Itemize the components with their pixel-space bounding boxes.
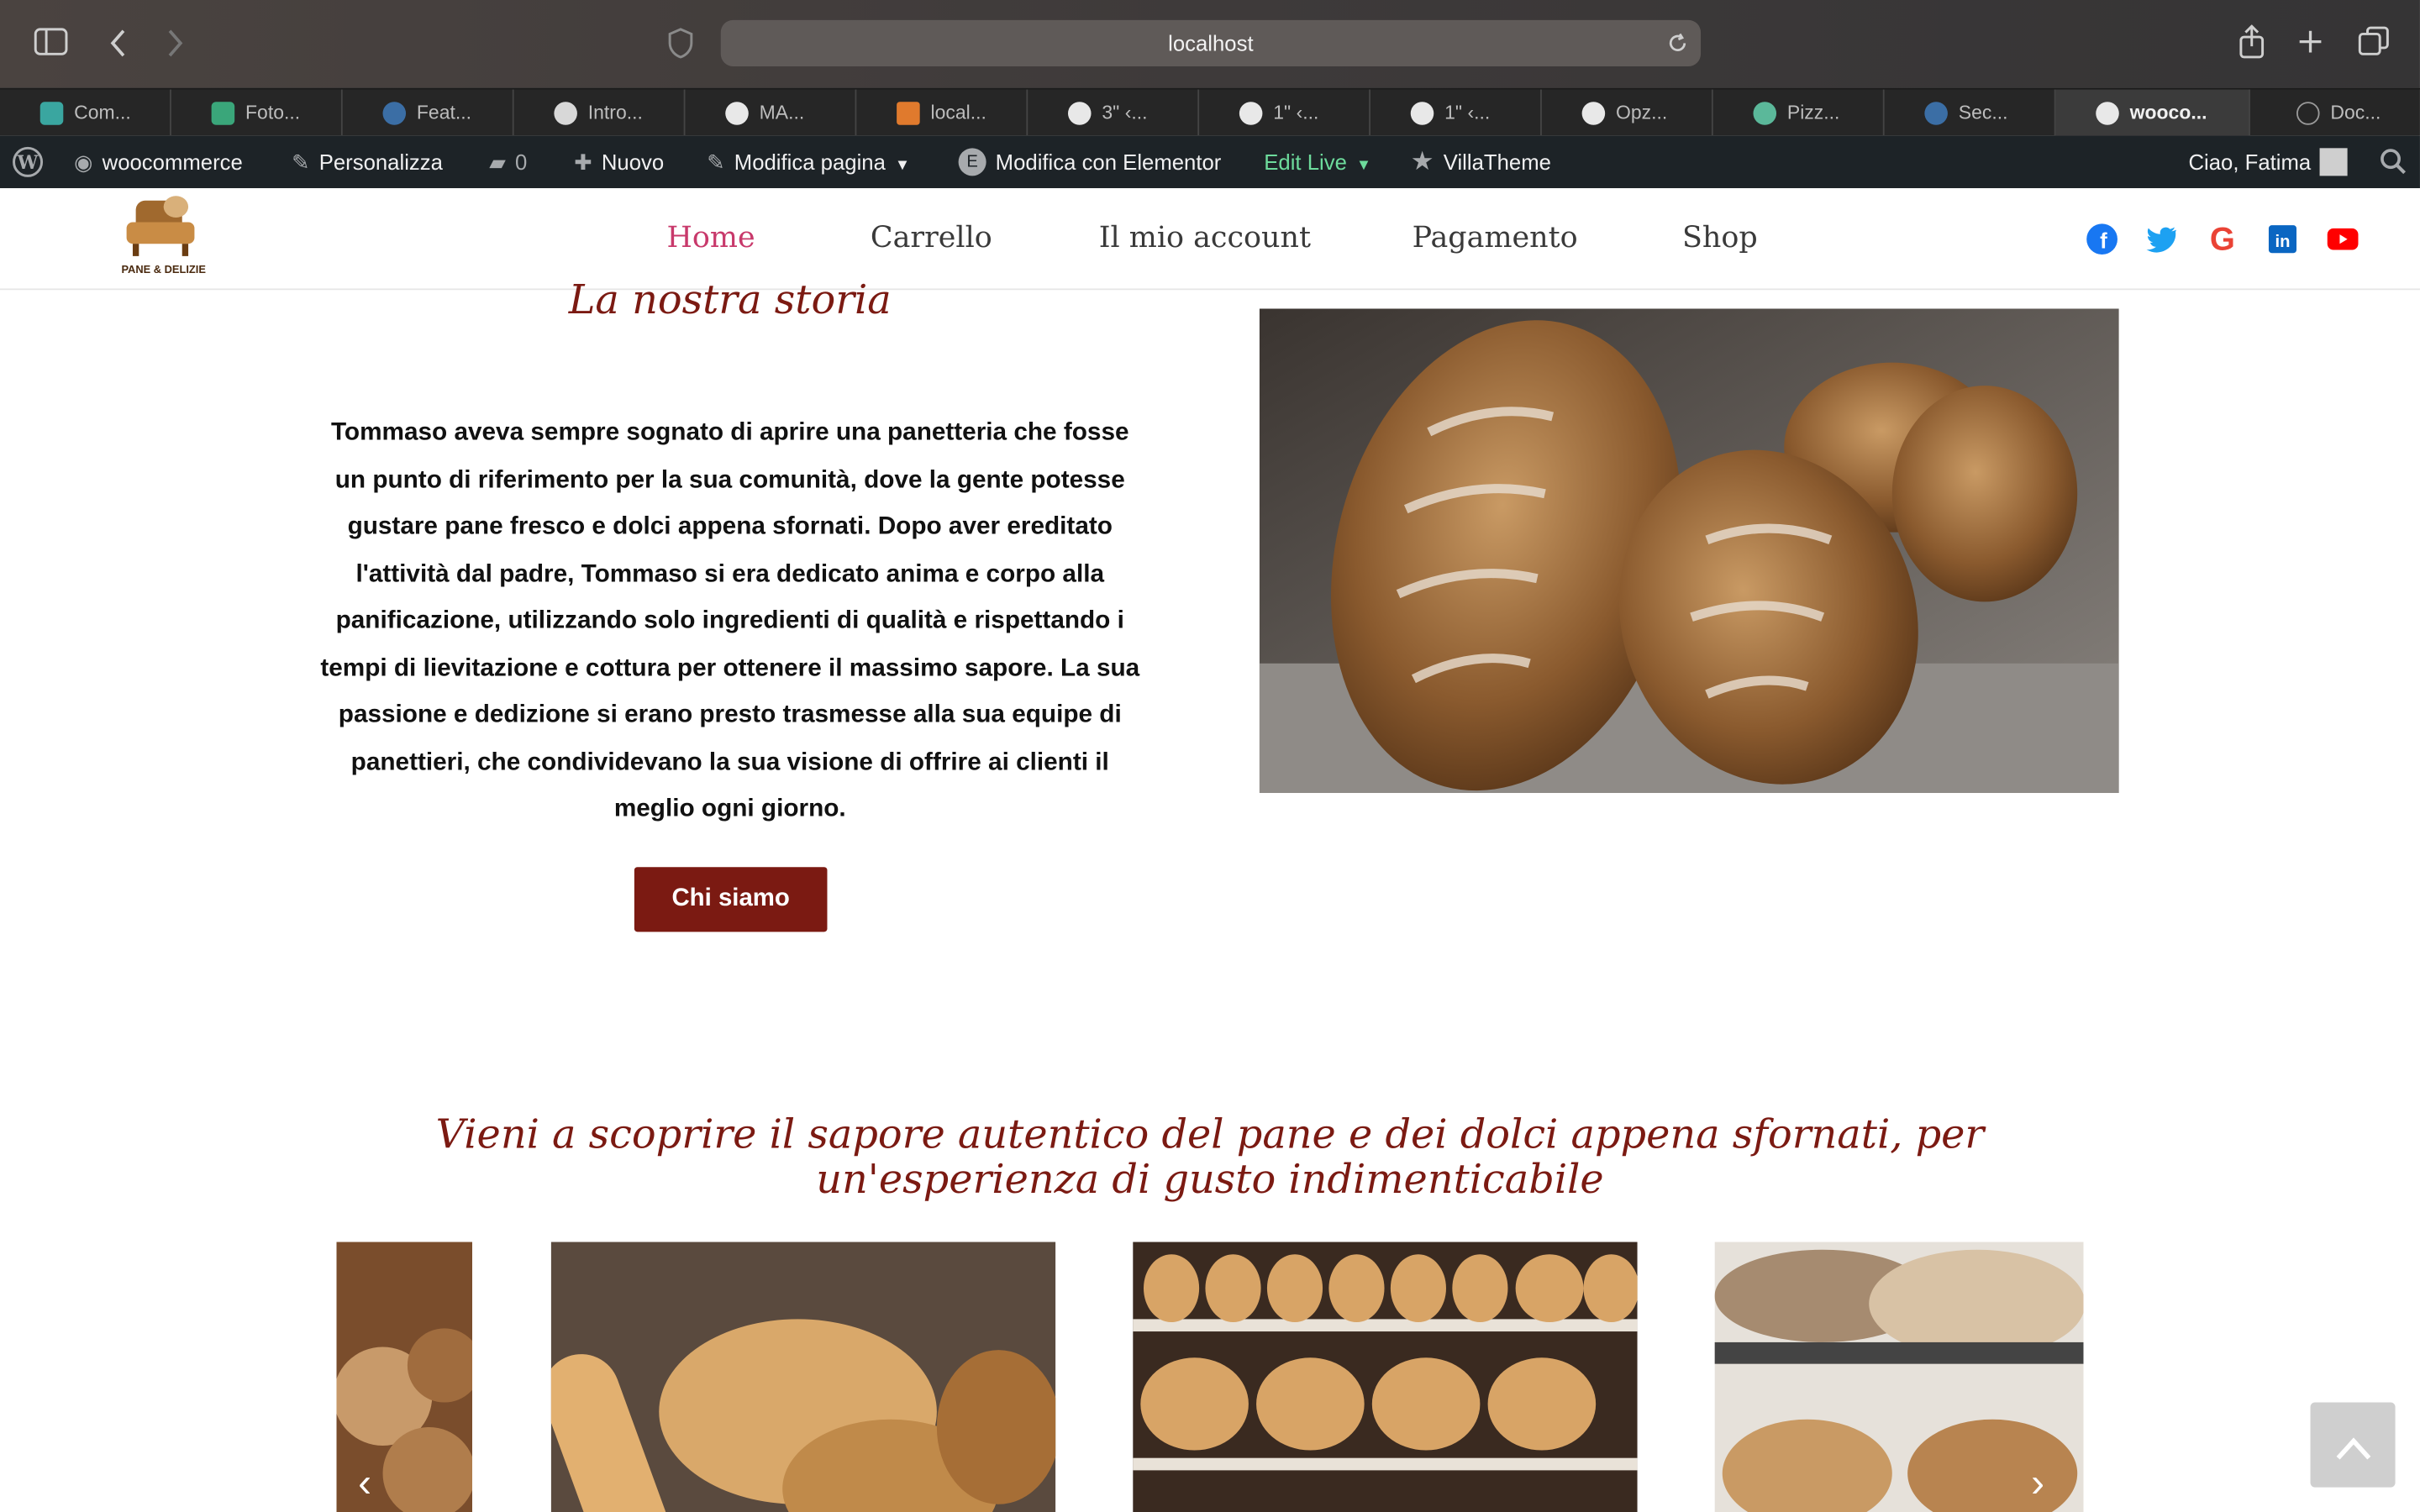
admin-edit-page-link[interactable]: ✎ Modifica pagina ▼ [707,150,910,179]
openai-icon [1753,102,1777,125]
browser-toolbar: localhost [0,0,2420,88]
linkedin-icon[interactable]: in [2265,222,2299,255]
admin-site-link[interactable]: ◉ woocommerce [74,150,243,174]
browser-tab[interactable]: Com... [0,89,171,138]
openai-icon [554,102,577,125]
admin-new-link[interactable]: ✚ Nuovo [574,150,664,174]
tab-favicon-icon [1410,102,1434,125]
gallery-image[interactable] [1714,1242,2084,1512]
admin-edit-live-link[interactable]: Edit Live ▼ [1264,150,1371,179]
plus-icon: ✚ [574,150,592,175]
privacy-shield-icon[interactable] [668,28,693,59]
address-bar[interactable]: localhost [720,19,1702,66]
admin-villatheme-link[interactable]: ★ VillaTheme [1411,148,1551,174]
tagline-heading: Vieni a scoprire il sapore autentico del… [435,1112,1985,1204]
elementor-icon: E [958,148,986,176]
gallery-image-partial[interactable] [336,1242,473,1512]
wp-admin-bar: W ◉ woocommerce ✎ Personalizza ▰ 0 ✚ Nuovo ✎… [0,135,2420,189]
browser-tab[interactable]: Foto... [171,89,343,138]
browser-tab[interactable]: 1" ‹... [1370,89,1542,138]
carousel-next-icon[interactable]: › [2031,1460,2044,1508]
tab-overview-icon[interactable] [2358,26,2389,57]
share-icon[interactable] [2238,24,2265,59]
wordpress-icon [1924,102,1948,125]
carousel-prev-icon[interactable]: ‹ [358,1460,371,1508]
nav-il-mio-account[interactable]: Il mio account [1099,221,1311,255]
address-text: localhost [1168,30,1254,56]
tab-favicon-icon [1067,102,1092,125]
svg-text:f: f [2100,230,2107,254]
svg-text:W: W [17,152,39,174]
admin-account-link[interactable]: Ciao, Fatima [2188,147,2349,176]
xampp-icon [897,102,920,125]
tab-favicon-icon [39,102,64,125]
chevron-down-icon: ▼ [1355,157,1372,175]
browser-tab[interactable]: 1" ‹... [1199,89,1370,138]
browser-tab[interactable]: Pizz... [1713,89,1885,138]
tab-favicon-icon [1581,102,1606,125]
admin-comments-link[interactable]: ▰ 0 [489,150,527,174]
forward-icon[interactable] [166,28,185,59]
youtube-icon[interactable] [2326,222,2360,255]
tab-favicon-icon [725,102,749,125]
story-paragraph: Tommaso aveva sempre sognato di aprire u… [320,417,1140,822]
admin-customize-link[interactable]: ✎ Personalizza [292,150,443,174]
dashboard-icon: ◉ [74,150,93,175]
tab-strip: Com... Foto... Feat... Intro... MA... lo… [0,87,2420,138]
browser-tab[interactable]: Intro... [514,89,686,138]
tab-favicon-icon [211,102,235,125]
back-icon[interactable] [108,28,127,59]
twitter-icon[interactable] [2145,222,2179,255]
search-icon[interactable] [2380,148,2407,176]
comment-icon: ▰ [489,150,507,175]
nav-carrello[interactable]: Carrello [871,221,992,255]
nav-home[interactable]: Home [666,221,755,255]
site-header: PANE & DELIZIE Home Carrello Il mio acco… [0,188,2420,291]
story-heading: La nostra storia [568,277,892,324]
armchair-logo-icon [126,196,195,256]
admin-elementor-link[interactable]: E Modifica con Elementor [958,148,1221,176]
nav-pagamento[interactable]: Pagamento [1413,221,1578,255]
gallery-image[interactable] [1133,1242,1638,1512]
page-content: La nostra storia Tommaso aveva sempre so… [0,278,2420,1512]
svg-text:in: in [2275,233,2291,251]
browser-tab[interactable]: Feat... [343,89,514,138]
star-icon: ★ [1410,146,1434,176]
browser-tab[interactable]: MA... [685,89,857,138]
svg-text:G: G [2210,222,2235,255]
bread-loaves-photo [1259,308,2119,794]
chi-siamo-button[interactable]: Chi siamo [634,867,828,932]
avatar [2320,147,2349,176]
browser-tab-active[interactable]: wooco... [2055,89,2250,138]
nav-shop[interactable]: Shop [1682,221,1758,255]
browser-tab[interactable]: Doc... [2250,90,2420,138]
pencil-icon: ✎ [707,150,725,175]
browser-tab[interactable]: local... [856,89,1028,138]
wordpress-icon [382,102,407,125]
site-logo[interactable]: PANE & DELIZIE [111,192,216,276]
facebook-icon[interactable]: f [2085,222,2118,255]
chevron-down-icon: ▼ [894,157,911,175]
new-tab-icon[interactable] [2298,29,2323,54]
reload-icon[interactable] [1667,33,1689,55]
tab-favicon-icon [2096,102,2119,125]
scroll-to-top-button[interactable] [2310,1402,2396,1488]
gallery-image[interactable] [550,1242,1056,1512]
google-icon[interactable]: G [2206,222,2239,255]
compass-icon [2296,102,2320,125]
chevron-up-icon [2335,1437,2370,1460]
sidebar-toggle-icon[interactable] [34,28,68,55]
logo-text: PANE & DELIZIE [121,265,206,276]
browser-tab[interactable]: Opz... [1542,89,1713,138]
browser-tab[interactable]: Sec... [1885,89,2056,138]
brush-icon: ✎ [292,150,310,175]
browser-tab[interactable]: 3" ‹... [1028,89,1200,138]
viewport: localhost Com... Foto... Feat... Intro..… [0,0,2420,1512]
tab-favicon-icon [1239,102,1263,125]
wordpress-icon[interactable]: W [13,146,44,177]
